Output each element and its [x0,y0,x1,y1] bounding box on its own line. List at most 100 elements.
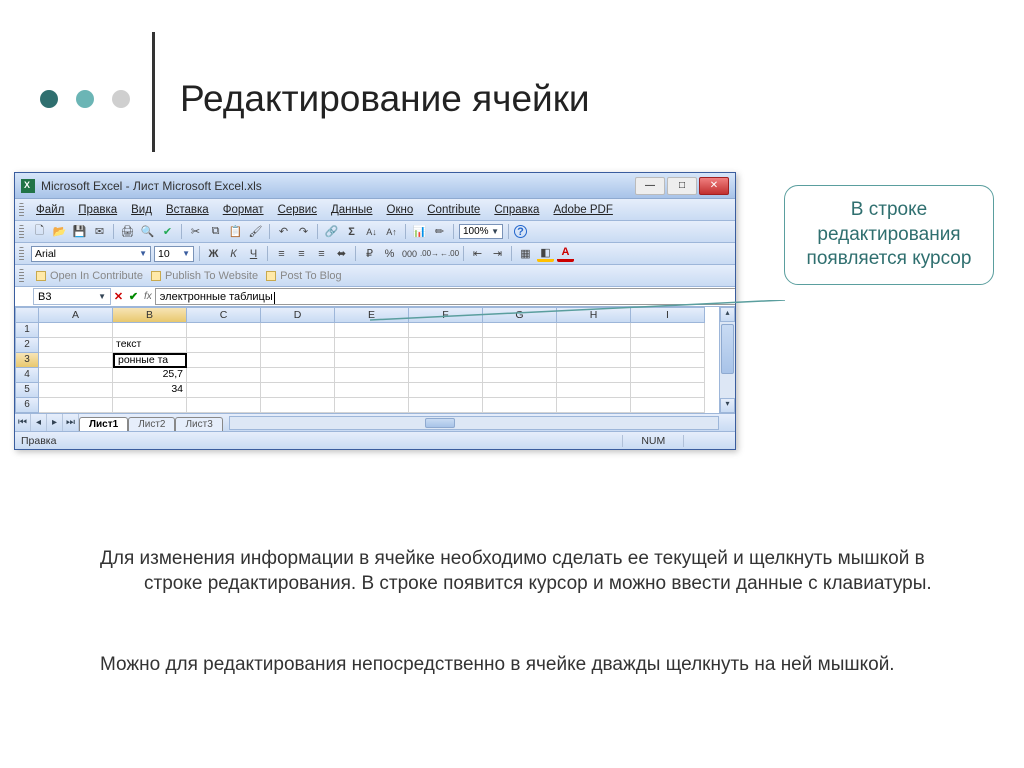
cell[interactable] [39,338,113,353]
cell[interactable] [631,338,705,353]
borders-icon[interactable]: ▦ [517,245,534,262]
new-doc-icon[interactable]: 🗋 [31,223,48,240]
cell[interactable] [261,338,335,353]
cell[interactable] [187,338,261,353]
cell[interactable] [557,383,631,398]
cell[interactable] [483,383,557,398]
cell[interactable] [557,398,631,413]
currency-icon[interactable]: ₽ [361,245,378,262]
chart-icon[interactable]: 📊 [411,223,428,240]
cut-icon[interactable]: ✂ [187,223,204,240]
cell-b4[interactable]: 25,7 [113,368,187,383]
cell[interactable] [187,398,261,413]
preview-icon[interactable]: 🔍 [139,223,156,240]
underline-button[interactable]: Ч [245,245,262,262]
scroll-down-icon[interactable]: ▾ [720,398,735,413]
align-right-icon[interactable]: ≡ [313,245,330,262]
sheet-tab[interactable]: Лист1 [79,417,128,431]
cell[interactable] [187,368,261,383]
cell[interactable] [335,368,409,383]
row-header[interactable]: 3 [15,353,39,368]
cell[interactable] [261,353,335,368]
dec-indent-icon[interactable]: ⇤ [469,245,486,262]
row-header[interactable]: 5 [15,383,39,398]
cell[interactable] [261,398,335,413]
cell[interactable] [261,323,335,338]
menu-edit[interactable]: Правка [72,202,123,218]
grip-icon[interactable] [19,203,24,217]
cell[interactable] [631,353,705,368]
copy-icon[interactable]: ⧉ [207,223,224,240]
grip-icon[interactable] [19,247,24,261]
cell[interactable] [113,398,187,413]
cell[interactable] [261,368,335,383]
menu-data[interactable]: Данные [325,202,379,218]
help-icon[interactable]: ? [514,225,527,238]
sheet-tab[interactable]: Лист3 [175,417,222,431]
cell[interactable] [483,353,557,368]
cell[interactable] [187,383,261,398]
cell[interactable] [39,353,113,368]
titlebar[interactable]: Microsoft Excel - Лист Microsoft Excel.x… [15,173,735,199]
font-color-icon[interactable]: A [557,245,574,262]
row-header[interactable]: 2 [15,338,39,353]
cell[interactable] [39,368,113,383]
tab-last-icon[interactable]: ⏭ [63,414,79,431]
sort-asc-icon[interactable]: A↓ [363,223,380,240]
cell[interactable] [113,323,187,338]
menu-view[interactable]: Вид [125,202,158,218]
save-icon[interactable]: 💾 [71,223,88,240]
grip-icon[interactable] [19,269,24,283]
cell[interactable] [187,353,261,368]
thousands-icon[interactable]: 000 [401,245,418,262]
cell[interactable] [483,338,557,353]
autosum-icon[interactable]: Σ [343,223,360,240]
post-to-blog-link[interactable]: Post To Blog [266,270,342,282]
open-in-contribute-link[interactable]: Open In Contribute [36,270,143,282]
align-left-icon[interactable]: ≡ [273,245,290,262]
cell[interactable] [557,368,631,383]
cell[interactable] [409,353,483,368]
publish-to-website-link[interactable]: Publish To Website [151,270,258,282]
col-header[interactable]: C [187,307,261,323]
scroll-thumb[interactable] [721,324,734,374]
cell[interactable] [335,338,409,353]
sheet-tab[interactable]: Лист2 [128,417,175,431]
grip-icon[interactable] [19,225,24,239]
cell-b2[interactable]: текст [113,338,187,353]
percent-icon[interactable]: % [381,245,398,262]
cell[interactable] [261,383,335,398]
menu-contribute[interactable]: Contribute [421,202,486,218]
inc-decimal-icon[interactable]: .00→ [421,245,438,262]
maximize-button[interactable]: □ [667,177,697,195]
undo-icon[interactable]: ↶ [275,223,292,240]
cell[interactable] [335,353,409,368]
cell[interactable] [631,368,705,383]
row-header[interactable]: 4 [15,368,39,383]
row-header[interactable]: 1 [15,323,39,338]
name-box[interactable]: B3▼ [33,288,111,305]
drawing-icon[interactable]: ✏ [431,223,448,240]
row-header[interactable]: 6 [15,398,39,413]
select-all-corner[interactable] [15,307,39,323]
cell[interactable] [557,353,631,368]
menu-insert[interactable]: Вставка [160,202,215,218]
cell[interactable] [409,368,483,383]
scroll-thumb[interactable] [425,418,455,428]
hyperlink-icon[interactable]: 🔗 [323,223,340,240]
cell[interactable] [335,398,409,413]
menu-help[interactable]: Справка [488,202,545,218]
cell[interactable] [39,383,113,398]
merge-cells-icon[interactable]: ⬌ [333,245,350,262]
menu-adobe-pdf[interactable]: Adobe PDF [547,202,618,218]
col-header[interactable]: B [113,307,187,323]
cell[interactable] [631,383,705,398]
cell[interactable] [335,383,409,398]
redo-icon[interactable]: ↷ [295,223,312,240]
cell-b5[interactable]: 34 [113,383,187,398]
close-button[interactable]: ✕ [699,177,729,195]
zoom-combo[interactable]: 100%▼ [459,224,503,239]
cell[interactable] [409,338,483,353]
tab-next-icon[interactable]: ▸ [47,414,63,431]
format-painter-icon[interactable]: 🖌 [247,223,264,240]
